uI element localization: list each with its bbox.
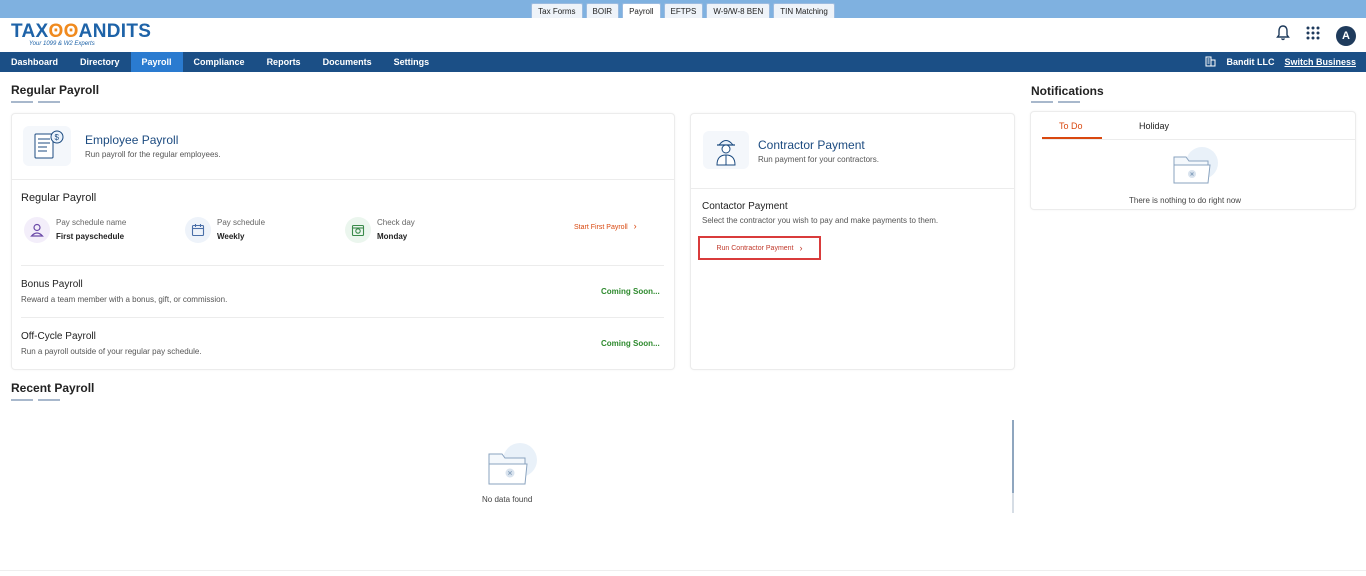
nav-directory[interactable]: Directory	[69, 52, 131, 72]
divider	[21, 317, 664, 318]
divider	[21, 265, 664, 266]
title-underline	[38, 399, 60, 401]
bonus-payroll-title: Bonus Payroll	[21, 279, 83, 290]
logo-owl: ʘʘ	[48, 21, 79, 42]
user-icon	[24, 217, 50, 243]
nav-settings[interactable]: Settings	[383, 52, 441, 72]
offcycle-payroll-title: Off-Cycle Payroll	[21, 331, 96, 342]
employee-payroll-icon: $	[23, 126, 71, 166]
business-name: Bandit LLC	[1226, 57, 1275, 67]
pay-schedule-name-label: Pay schedule name	[56, 218, 127, 227]
check-day-label: Check day	[377, 218, 415, 227]
check-day-value: Monday	[377, 232, 408, 241]
product-tab-boir[interactable]: BOIR	[585, 3, 620, 18]
pay-schedule-value: Weekly	[217, 232, 245, 241]
apps-grid-icon[interactable]	[1306, 26, 1320, 45]
divider	[691, 188, 1014, 189]
empty-folder-icon	[1170, 143, 1220, 192]
scrollbar-track[interactable]	[1012, 493, 1014, 513]
title-underline	[1031, 101, 1053, 103]
title-underline	[11, 399, 33, 401]
avatar[interactable]: A	[1336, 25, 1356, 46]
header-actions: A	[1276, 25, 1356, 46]
logo-text-andits: ANDITS	[78, 21, 152, 42]
employee-payroll-title: Employee Payroll	[85, 133, 179, 147]
building-icon	[1205, 56, 1216, 69]
bonus-status: Coming Soon...	[601, 287, 660, 296]
page-title-regular-payroll: Regular Payroll	[11, 83, 100, 97]
contractor-desc: Select the contractor you wish to pay an…	[702, 216, 939, 225]
product-tab-eftps[interactable]: EFTPS	[663, 3, 704, 18]
recent-payroll-empty-text: No data found	[482, 495, 533, 504]
logo[interactable]: TAXʘʘANDITS Your 1099 & W2 Experts	[11, 21, 151, 47]
nav-reports[interactable]: Reports	[256, 52, 312, 72]
nav-dashboard[interactable]: Dashboard	[0, 52, 69, 72]
title-underline	[38, 101, 60, 103]
product-tab-payroll[interactable]: Payroll	[622, 3, 661, 18]
bell-icon[interactable]	[1276, 25, 1290, 46]
pay-schedule-label: Pay schedule	[217, 218, 266, 227]
calendar-icon	[185, 217, 211, 243]
scrollbar-thumb[interactable]	[1012, 420, 1014, 493]
run-contractor-payment-label: Run Contractor Payment	[716, 244, 794, 252]
contractor-payment-title: Contractor Payment	[758, 138, 865, 152]
tab-todo[interactable]: To Do	[1059, 121, 1083, 131]
start-first-payroll-label: Start First Payroll	[574, 224, 628, 231]
title-underline	[11, 101, 33, 103]
chevron-right-icon: ›	[799, 243, 803, 253]
logo-text-tax: TAX	[11, 21, 49, 42]
contractor-payment-subtitle: Run payment for your contractors.	[758, 155, 879, 164]
nav-compliance[interactable]: Compliance	[183, 52, 256, 72]
check-day-icon	[345, 217, 371, 243]
notifications-empty-text: There is nothing to do right now	[1129, 196, 1242, 205]
nav-documents[interactable]: Documents	[312, 52, 383, 72]
offcycle-status: Coming Soon...	[601, 339, 660, 348]
bonus-payroll-desc: Reward a team member with a bonus, gift,…	[21, 295, 228, 304]
product-tab-w9-w8ben[interactable]: W-9/W-8 BEN	[706, 3, 771, 18]
title-underline	[1058, 101, 1080, 103]
divider	[12, 179, 674, 180]
divider	[0, 570, 1366, 571]
tab-holiday[interactable]: Holiday	[1139, 121, 1169, 131]
run-contractor-payment-button[interactable]: Run Contractor Payment ›	[698, 236, 821, 260]
contractor-section-title: Contactor Payment	[702, 201, 788, 212]
pay-schedule-name-value: First payschedule	[56, 232, 125, 241]
product-tab-tax-forms[interactable]: Tax Forms	[531, 3, 583, 18]
product-tab-strip: Tax Forms BOIR Payroll EFTPS W-9/W-8 BEN…	[0, 0, 1366, 18]
svg-text:$: $	[55, 133, 60, 142]
regular-payroll-subtitle: Regular Payroll	[21, 192, 97, 204]
start-first-payroll-link[interactable]: Start First Payroll ›	[574, 221, 637, 231]
main-nav: Dashboard Directory Payroll Compliance R…	[0, 52, 1366, 72]
chevron-right-icon: ›	[633, 221, 637, 231]
employee-payroll-subtitle: Run payroll for the regular employees.	[85, 150, 221, 159]
empty-folder-icon	[485, 440, 539, 493]
recent-payroll-title: Recent Payroll	[11, 381, 95, 395]
nav-payroll[interactable]: Payroll	[130, 52, 183, 72]
offcycle-payroll-desc: Run a payroll outside of your regular pa…	[21, 347, 202, 356]
notifications-title: Notifications	[1031, 84, 1104, 98]
divider	[1042, 139, 1356, 140]
app-header: TAXʘʘANDITS Your 1099 & W2 Experts A	[0, 18, 1366, 52]
business-switcher: Bandit LLC Switch Business	[1205, 52, 1356, 72]
contractor-icon	[703, 131, 749, 169]
product-tab-tin-matching[interactable]: TIN Matching	[773, 3, 835, 18]
switch-business-link[interactable]: Switch Business	[1284, 57, 1356, 67]
